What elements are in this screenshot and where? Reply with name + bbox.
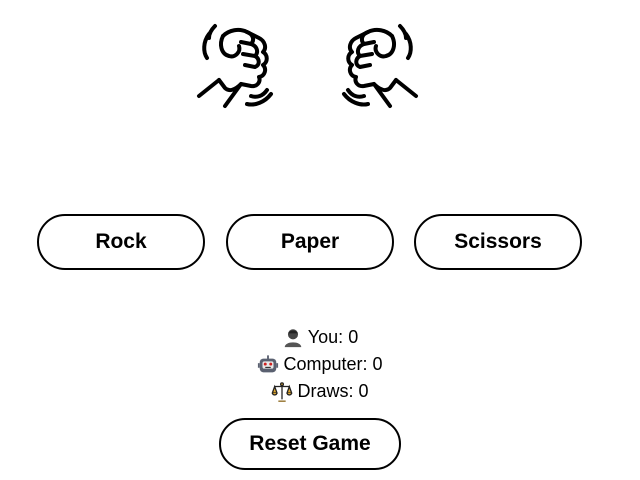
balance-scale-icon	[271, 381, 294, 403]
scoreboard: You: 0 Computer: 0 Draws: 0	[0, 324, 640, 405]
scissors-button[interactable]: Scissors	[414, 214, 582, 270]
choice-buttons: Rock Paper Scissors	[0, 214, 640, 272]
player-fist-icon	[185, 14, 285, 114]
computer-fist-icon	[330, 14, 430, 114]
hands-display	[0, 14, 640, 114]
robot-icon	[257, 354, 279, 376]
computer-value: 0	[372, 354, 383, 374]
you-value: 0	[348, 327, 359, 347]
score-draws: Draws: 0	[0, 378, 640, 405]
reset-game-button[interactable]: Reset Game	[219, 418, 401, 470]
computer-label: Computer:	[283, 354, 368, 374]
draws-label: Draws:	[297, 381, 354, 401]
rock-button[interactable]: Rock	[37, 214, 205, 270]
draws-value: 0	[358, 381, 369, 401]
person-icon	[282, 327, 304, 349]
paper-button[interactable]: Paper	[226, 214, 394, 270]
you-label: You:	[307, 327, 344, 347]
score-computer: Computer: 0	[0, 351, 640, 378]
score-you: You: 0	[0, 324, 640, 351]
